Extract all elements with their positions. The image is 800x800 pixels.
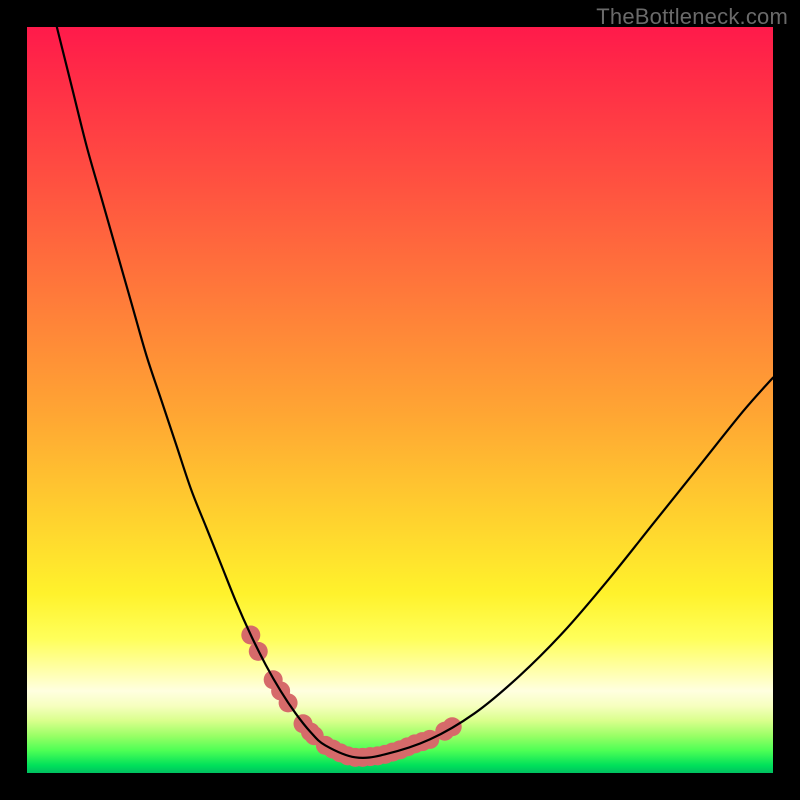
marker-layer — [241, 625, 461, 766]
chart-svg — [27, 27, 773, 773]
plot-area — [27, 27, 773, 773]
chart-frame: TheBottleneck.com — [0, 0, 800, 800]
watermark-text: TheBottleneck.com — [596, 4, 788, 30]
bottleneck-curve — [57, 27, 773, 758]
